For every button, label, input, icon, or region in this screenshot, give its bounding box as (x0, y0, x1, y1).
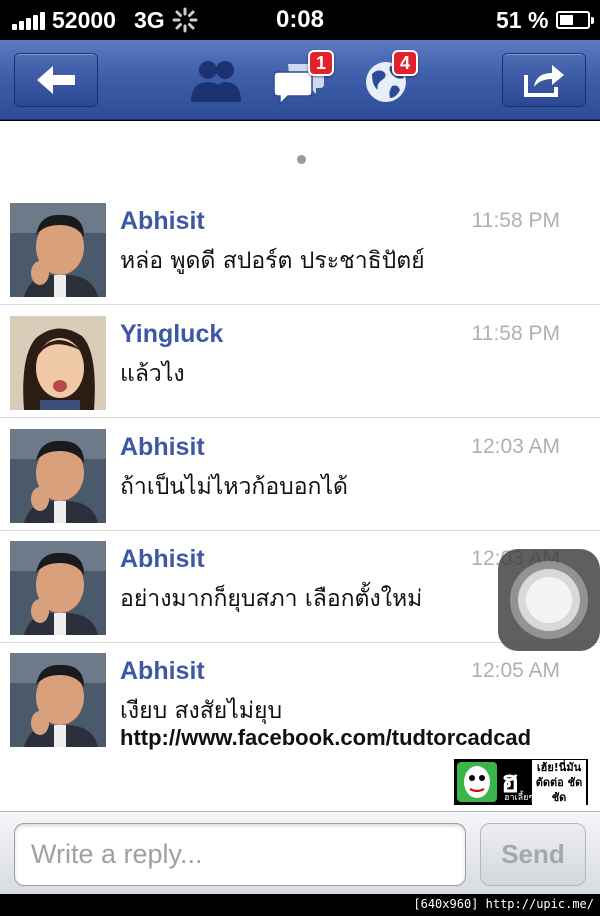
assistive-touch-button[interactable] (498, 549, 600, 651)
footer-text: [640x960] http://upic.me/ (413, 897, 594, 911)
message-item: Abhisit 12:03 AM ถ้าเป็นไม่ไหวก้อบอกได้ (0, 419, 600, 531)
sender-name[interactable]: Abhisit (120, 657, 205, 686)
message-thread[interactable]: Abhisit 11:58 PM หล่อ พูดดี สปอร์ต ประชา… (0, 121, 600, 811)
avatar[interactable] (10, 653, 106, 747)
back-button[interactable] (14, 53, 98, 107)
logo-caption: ฮาเลี้ยๆ (504, 793, 534, 803)
notifications-badge: 4 (392, 50, 419, 76)
message-text: หล่อ พูดดี สปอร์ต ประชาธิปัตย์ (120, 248, 425, 274)
avatar[interactable] (10, 541, 106, 635)
friend-requests-icon[interactable] (185, 50, 245, 110)
share-icon (524, 65, 564, 97)
avatar[interactable] (10, 429, 106, 523)
load-more-indicator[interactable] (297, 155, 306, 164)
reply-input[interactable] (14, 823, 466, 886)
message-time: 12:05 AM (471, 659, 560, 682)
sender-name[interactable]: Yingluck (120, 320, 223, 349)
message-time: 12:03 AM (471, 435, 560, 458)
back-arrow-icon (37, 66, 75, 94)
message-text: เงียบ สงสัยไม่ยุบ (120, 698, 283, 724)
watermark-url: http://www.facebook.com/tudtorcadcad (120, 725, 532, 750)
send-button[interactable]: Send (480, 823, 586, 886)
image-footer: [640x960] http://upic.me/ (0, 894, 600, 916)
sender-name[interactable]: Abhisit (120, 207, 205, 236)
message-text: แล้วไง (120, 361, 185, 387)
watermark-logo: ฮ ฮาเลี้ยๆ เฮ้ย!นี่มัน ตัดต่อ ชัดชัด (452, 757, 590, 807)
status-bar: 52000 3G 0:08 51 % (0, 0, 600, 40)
avatar[interactable] (10, 316, 106, 410)
share-button[interactable] (502, 53, 586, 107)
messages-badge: 1 (308, 50, 335, 76)
message-time: 11:58 PM (471, 322, 560, 345)
message-text: อย่างมากก็ยุบสภา เลือกตั้งใหม่ (120, 586, 423, 612)
message-item: Yingluck 11:58 PM แล้วไง (0, 306, 600, 418)
sender-name[interactable]: Abhisit (120, 433, 205, 462)
logo-slogan: เฮ้ย!นี่มัน ตัดต่อ ชัดชัด (532, 760, 586, 805)
message-text: ถ้าเป็นไม่ไหวก้อบอกได้ (120, 474, 348, 500)
reply-composer: Send (0, 811, 600, 894)
avatar[interactable] (10, 203, 106, 297)
sender-name[interactable]: Abhisit (120, 545, 205, 574)
message-item: Abhisit 11:58 PM หล่อ พูดดี สปอร์ต ประชา… (0, 193, 600, 305)
mask-face-icon (457, 762, 497, 802)
message-time: 11:58 PM (471, 209, 560, 232)
battery-icon (556, 11, 594, 29)
battery-percent: 51 % (496, 7, 549, 33)
facebook-nav-bar: 1 4 (0, 40, 600, 120)
